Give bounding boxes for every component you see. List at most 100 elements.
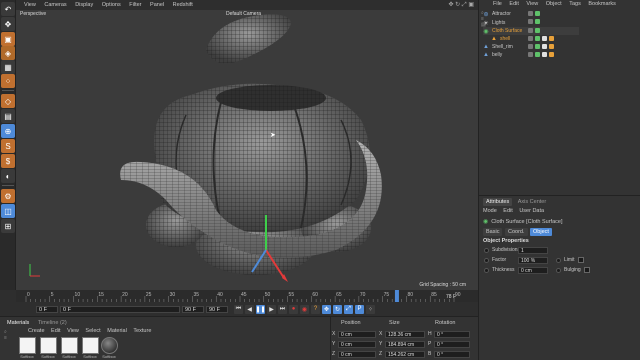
enabled-check-icon[interactable] — [535, 28, 540, 33]
subdivisions-field[interactable]: 1 — [518, 246, 548, 254]
mat-menu-select[interactable]: Select — [85, 328, 100, 334]
menu-redshift[interactable]: Redshift — [173, 2, 193, 8]
end-frame-field[interactable]: 90 F — [206, 305, 228, 313]
viewport-nav-icons[interactable]: ✥ ↻ ⤢ ▣ — [448, 1, 474, 9]
pla-key-icon[interactable]: ⁘ — [366, 304, 375, 314]
om-menu-tags[interactable]: Tags — [569, 1, 581, 7]
animate-radio[interactable] — [484, 257, 489, 263]
enabled-check-icon[interactable] — [535, 36, 540, 41]
menu-filter[interactable]: Filter — [129, 2, 141, 8]
go-to-start-icon[interactable]: ⏮ — [234, 304, 243, 314]
enable-axis-icon[interactable]: ⊕ — [1, 124, 15, 138]
position-y-field[interactable]: 0 cm — [338, 340, 376, 348]
materials-side-icons[interactable]: ⌕ ≡ — [4, 329, 7, 341]
rotation-p-field[interactable]: 0 ° — [434, 340, 470, 348]
rotation-h-field[interactable]: 0 ° — [434, 330, 470, 338]
mat-menu-material[interactable]: Material — [107, 328, 127, 334]
attr-menu-mode[interactable]: Mode — [483, 208, 497, 214]
enabled-check-icon[interactable] — [535, 11, 540, 16]
solo-icon[interactable]: ◐ — [1, 169, 15, 183]
mat-menu-view[interactable]: View — [67, 328, 79, 334]
position-x-field[interactable]: 0 cm — [338, 330, 376, 338]
scale-key-icon[interactable]: ⤢ — [344, 304, 353, 314]
om-menu-bookmarks[interactable]: Bookmarks — [588, 1, 616, 7]
subtab-object[interactable]: Object — [530, 228, 552, 236]
menu-panel[interactable]: Panel — [150, 2, 164, 8]
play-icon[interactable]: ▶ — [267, 304, 276, 314]
lock-workplane-icon[interactable]: ⚙ — [1, 189, 15, 203]
preview-end-field[interactable]: 90 F — [182, 305, 204, 313]
om-menu-file[interactable]: File — [493, 1, 502, 7]
quantize-icon[interactable]: ⊞ — [1, 219, 15, 233]
attr-menu-edit[interactable]: Edit — [503, 208, 512, 214]
om-menu-object[interactable]: Object — [546, 1, 562, 7]
tag-icon[interactable] — [549, 44, 554, 49]
size-y-field[interactable]: 184.894 cm — [385, 340, 425, 348]
enabled-check-icon[interactable] — [535, 19, 540, 24]
move-key-icon[interactable]: ✥ — [322, 304, 331, 314]
tag-icon[interactable] — [542, 36, 547, 41]
tag-icon[interactable] — [549, 52, 554, 57]
animate-radio[interactable] — [484, 267, 489, 273]
animate-radio[interactable] — [556, 267, 561, 273]
mat-menu-texture[interactable]: Texture — [133, 328, 151, 334]
mat-menu-edit[interactable]: Edit — [51, 328, 60, 334]
tab-materials[interactable]: Materials — [4, 319, 32, 327]
menu-options[interactable]: Options — [102, 2, 121, 8]
enabled-check-icon[interactable] — [535, 44, 540, 49]
autokey-icon[interactable]: ◉ — [300, 304, 309, 314]
enabled-check-icon[interactable] — [535, 52, 540, 57]
rotate-key-icon[interactable]: ↻ — [333, 304, 342, 314]
material-swatch[interactable]: Softbox — [100, 337, 118, 360]
factor-field[interactable]: 100 % — [518, 256, 548, 264]
timeline[interactable]: 0 5 10 15 20 25 30 35 40 45 50 55 60 65 70 75 80 85 90 — [16, 290, 478, 302]
animate-radio[interactable] — [484, 247, 489, 253]
position-z-field[interactable]: 0 cm — [338, 350, 376, 358]
go-to-end-icon[interactable]: ⏭ — [278, 304, 287, 314]
planar-workplane-icon[interactable]: ◫ — [1, 204, 15, 218]
menu-cameras[interactable]: Cameras — [44, 2, 66, 8]
tag-icon[interactable] — [542, 44, 547, 49]
polygons-mode-icon[interactable]: ▤ — [1, 109, 15, 123]
mat-menu-create[interactable]: Create — [28, 328, 45, 334]
subtab-coord[interactable]: Coord. — [504, 228, 528, 236]
edges-mode-icon[interactable]: ◇ — [1, 94, 15, 108]
step-back-icon[interactable]: ◀ — [245, 304, 254, 314]
start-frame-field[interactable]: 0 F — [36, 305, 58, 313]
points-mode-icon[interactable]: ⁘ — [1, 74, 15, 88]
tab-axis-center[interactable]: Axis Center — [515, 198, 549, 206]
material-swatch[interactable]: Softbox — [81, 337, 99, 360]
size-x-field[interactable]: 128.36 cm — [385, 330, 425, 338]
menu-view[interactable]: View — [24, 2, 36, 8]
limit-checkbox[interactable] — [577, 257, 584, 263]
record-icon[interactable]: ● — [289, 304, 298, 314]
timeline-ruler[interactable]: 0 5 10 15 20 25 30 35 40 45 50 55 60 65 70 75 80 85 90 — [16, 290, 478, 302]
om-menu-view[interactable]: View — [526, 1, 538, 7]
size-z-field[interactable]: 154.262 cm — [385, 350, 425, 358]
pause-icon[interactable]: ❚❚ — [255, 304, 266, 314]
texture-mode-icon[interactable]: ◈ — [1, 46, 15, 60]
preview-start-field[interactable]: 0 F — [60, 305, 180, 313]
attr-menu-user-data[interactable]: User Data — [519, 208, 544, 214]
rotation-b-field[interactable]: 0 ° — [434, 350, 470, 358]
workplane-icon[interactable]: ▦ — [1, 60, 15, 74]
cloth-mesh-model[interactable] — [16, 10, 478, 290]
tab-timeline[interactable]: Timeline (2) — [35, 319, 70, 327]
om-menu-edit[interactable]: Edit — [509, 1, 518, 7]
move-tool-icon[interactable]: ✥ — [1, 17, 15, 31]
thickness-field[interactable]: 0 cm — [518, 266, 548, 274]
tag-icon[interactable] — [549, 36, 554, 41]
material-swatch[interactable]: Softbox — [18, 337, 36, 360]
tab-attributes[interactable]: Attributes — [483, 198, 513, 206]
tag-icon[interactable] — [542, 52, 547, 57]
material-swatch[interactable]: Softbox — [39, 337, 57, 360]
viewport[interactable]: Perspective Default Camera ➤ Grid Spacin… — [16, 10, 478, 290]
material-swatch[interactable]: Softbox — [60, 337, 78, 360]
bulging-checkbox[interactable] — [583, 267, 590, 273]
animate-radio[interactable] — [556, 257, 561, 263]
tweak-icon[interactable]: S — [1, 139, 15, 153]
undo-icon[interactable]: ↶ — [1, 2, 15, 16]
model-mode-icon[interactable]: ▣ — [1, 32, 15, 46]
param-key-icon[interactable]: P — [355, 304, 364, 314]
menu-display[interactable]: Display — [75, 2, 93, 8]
